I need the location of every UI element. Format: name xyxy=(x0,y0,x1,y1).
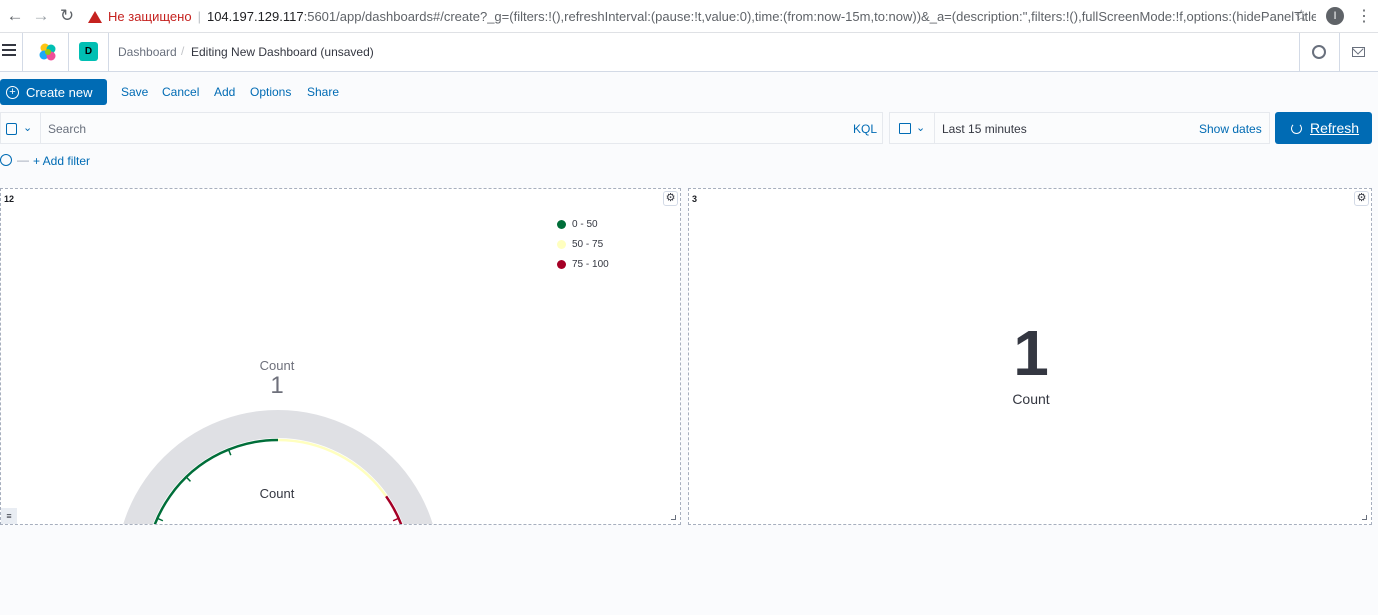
plus-in-circle-icon: + xyxy=(6,85,19,99)
gauge-tick xyxy=(392,517,399,522)
header-divider xyxy=(1339,33,1340,72)
time-range[interactable]: Last 15 minutes xyxy=(942,122,1027,136)
panel-title: 3 xyxy=(692,194,698,204)
breadcrumb-dashboard[interactable]: Dashboard xyxy=(118,45,177,59)
legend-swatch xyxy=(557,220,566,229)
browser-toolbar: ← → ↻ Не защищено | 104.197.129.117:5601… xyxy=(0,0,1378,33)
header-divider xyxy=(22,33,23,72)
resize-handle[interactable] xyxy=(1362,515,1367,520)
reload-icon[interactable]: ↻ xyxy=(56,5,78,27)
save-link[interactable]: Save xyxy=(121,85,148,99)
gauge-tick xyxy=(227,449,232,456)
add-filter-link[interactable]: + Add filter xyxy=(33,154,90,168)
gauge-value: 1 xyxy=(270,372,284,399)
help-icon[interactable] xyxy=(1312,45,1326,59)
elastic-logo-icon[interactable] xyxy=(38,42,58,62)
legend-item[interactable]: 0 - 50 xyxy=(557,219,598,230)
query-divider xyxy=(40,113,41,143)
arrow-left-icon[interactable]: ← xyxy=(4,5,26,27)
refresh-label: Refresh xyxy=(1310,120,1360,136)
filter-icon[interactable] xyxy=(0,154,12,166)
calendar-icon[interactable] xyxy=(899,123,911,134)
search-input[interactable]: Search xyxy=(48,122,86,136)
share-link[interactable]: Share xyxy=(307,85,339,99)
chevron-down-icon[interactable]: ⌄ xyxy=(23,121,32,134)
query-bar: ⌄ Search KQL xyxy=(0,112,883,144)
create-new-button[interactable]: + Create new xyxy=(0,79,107,105)
url-host: 104.197.129.117 xyxy=(206,9,304,24)
breadcrumb-separator: / xyxy=(181,44,185,58)
security-warning[interactable]: Не защищено xyxy=(108,9,192,24)
gauge-bottom-label: Count xyxy=(259,486,295,501)
header-divider xyxy=(108,33,109,72)
profile-avatar[interactable]: I xyxy=(1326,7,1344,25)
legend-label: 0 - 50 xyxy=(572,219,598,230)
resize-handle[interactable] xyxy=(671,515,676,520)
add-link[interactable]: Add xyxy=(214,85,235,99)
legend-toggle-icon[interactable]: ≡ xyxy=(1,508,17,524)
legend-label: 75 - 100 xyxy=(572,259,609,270)
date-picker: ⌄ Last 15 minutes Show dates xyxy=(889,112,1270,144)
refresh-icon xyxy=(1291,122,1302,134)
gauge-tick xyxy=(157,517,164,522)
browser-menu-icon[interactable]: ⋮ xyxy=(1356,6,1372,26)
metric-panel: 3 ⚙ 1 Count xyxy=(688,188,1372,525)
refresh-button[interactable]: Refresh xyxy=(1275,112,1372,144)
kql-toggle[interactable]: KQL xyxy=(853,122,877,136)
date-divider xyxy=(934,113,935,143)
gauge-panel: 12 ⚙ 0 - 50 50 - 75 75 - 100 Count 1 Cou… xyxy=(0,188,681,525)
chevron-down-icon[interactable]: ⌄ xyxy=(916,121,925,134)
legend-swatch xyxy=(557,240,566,249)
header-divider xyxy=(68,33,69,72)
legend-item[interactable]: 50 - 75 xyxy=(557,239,603,250)
url-path: :5601/app/dashboards#/create?_g=(filters… xyxy=(303,9,1316,24)
address-bar[interactable]: Не защищено | 104.197.129.117:5601/app/d… xyxy=(78,4,1316,29)
header-divider xyxy=(1299,33,1300,72)
gauge-track xyxy=(123,410,433,524)
menu-icon[interactable] xyxy=(2,44,16,56)
metric-value: 1 xyxy=(1013,317,1049,389)
legend-item[interactable]: 75 - 100 xyxy=(557,259,609,270)
metric-label: Count xyxy=(1012,391,1050,407)
saved-query-icon[interactable] xyxy=(6,123,17,135)
options-link[interactable]: Options xyxy=(250,85,291,99)
kibana-header: D Dashboard / Editing New Dashboard (uns… xyxy=(0,33,1378,72)
create-new-label: Create new xyxy=(26,84,93,100)
show-dates-link[interactable]: Show dates xyxy=(1199,122,1262,136)
legend-label: 50 - 75 xyxy=(572,239,604,250)
gauge-tick xyxy=(185,476,192,482)
filter-separator: — xyxy=(17,153,29,167)
cancel-link[interactable]: Cancel xyxy=(162,85,199,99)
gear-icon[interactable]: ⚙ xyxy=(1354,191,1369,206)
warning-icon xyxy=(88,10,102,23)
address-separator: | xyxy=(197,9,201,24)
newsfeed-mail-icon[interactable] xyxy=(1352,47,1365,57)
arrow-right-icon[interactable]: → xyxy=(30,5,52,27)
gauge-metric-label: Count xyxy=(259,358,295,373)
legend-swatch xyxy=(557,260,566,269)
breadcrumb-current: Editing New Dashboard (unsaved) xyxy=(191,45,374,59)
bookmark-star-icon[interactable]: ☆ xyxy=(1294,6,1308,26)
space-avatar[interactable]: D xyxy=(79,42,98,61)
